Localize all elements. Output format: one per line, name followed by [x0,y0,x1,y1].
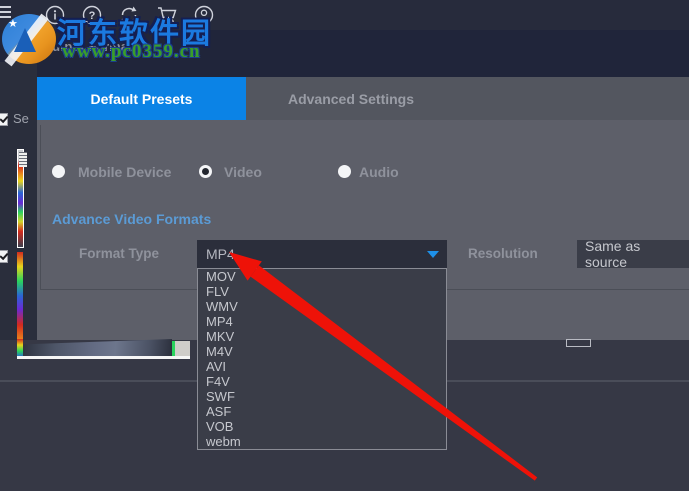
format-option[interactable]: FLV [198,284,446,299]
format-option[interactable]: M4V [198,344,446,359]
file-label-fragment: Se [13,111,29,126]
chevron-down-icon [427,251,439,258]
tab-label: Advanced Settings [288,91,414,107]
radio-audio[interactable] [338,165,351,178]
help-icon[interactable]: ? [81,4,103,26]
format-type-dropdown[interactable]: MP4 [197,240,447,268]
tab-advanced-settings[interactable]: Advanced Settings [246,77,456,120]
format-type-label: Format Type [79,246,159,261]
format-option[interactable]: MKV [198,329,446,344]
thumbnail-white-border [17,356,190,359]
format-option[interactable]: ASF [198,404,446,419]
section-heading: Advance Video Formats [52,211,211,227]
user-icon[interactable] [193,4,215,26]
radio-label: Video [224,164,262,180]
resolution-value: Same as source [585,238,681,270]
file-checkbox[interactable] [0,113,8,126]
top-toolbar: ? [0,0,689,30]
tab-default-presets[interactable]: Default Presets [37,77,246,120]
thumbnail-end-cap [172,341,190,356]
format-option[interactable]: VOB [198,419,446,434]
format-option[interactable]: MOV [198,269,446,284]
resolution-dropdown[interactable]: Same as source [577,240,689,268]
format-dropdown-list: MOVFLVWMVMP4MKVM4VAVIF4VSWFASFVOBwebm [197,268,447,450]
radio-video[interactable] [199,165,212,178]
format-option[interactable]: webm [198,434,446,449]
radio-mobile-device[interactable] [52,165,65,178]
format-type-value: MP4 [206,246,235,262]
cart-icon[interactable] [156,4,178,26]
format-option[interactable]: F4V [198,374,446,389]
panel-border [40,125,41,290]
resolution-label: Resolution [468,246,538,261]
menu-icon[interactable] [0,6,11,20]
radio-label: Audio [359,164,399,180]
info-icon[interactable] [44,4,66,26]
format-option[interactable]: SWF [198,389,446,404]
file-checkbox[interactable] [0,250,8,263]
dialog-title: Output Format [42,39,132,54]
svg-text:?: ? [89,10,96,22]
dialog-header-gap [37,62,689,77]
app-window: ? Output Format Se Default Presets Advan… [0,0,689,491]
thumbnail-detail [19,152,27,167]
format-category-radios: Mobile Device Video Audio [37,164,689,180]
thumbnail-filmstrip-edge [17,339,23,357]
format-option[interactable]: AVI [198,359,446,374]
radio-label: Mobile Device [78,164,171,180]
refresh-icon[interactable] [118,4,140,26]
dialog-button-peek[interactable] [566,339,591,347]
format-option[interactable]: MP4 [198,314,446,329]
format-option[interactable]: WMV [198,299,446,314]
tab-label: Default Presets [91,91,193,107]
